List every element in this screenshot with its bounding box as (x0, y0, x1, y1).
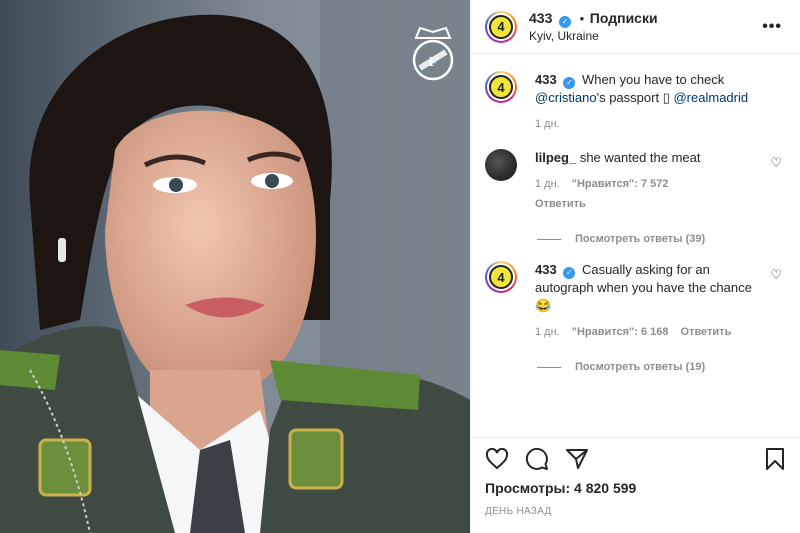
more-icon[interactable]: ••• (762, 18, 782, 36)
comment-item: 4 433 ✓ Casually asking for an autograph… (485, 261, 786, 341)
caption-username[interactable]: 433 (535, 72, 557, 87)
mention-link[interactable]: @realmadrid (673, 90, 748, 105)
caption-text: When you have to check (581, 72, 725, 87)
verified-icon: ✓ (558, 15, 571, 28)
real-madrid-crest: F (412, 26, 454, 81)
view-replies-button[interactable]: Посмотреть ответы (39) (537, 233, 786, 245)
commenter-avatar[interactable]: 4 (485, 261, 517, 293)
caption-time[interactable]: 1 дн. (535, 115, 560, 133)
reply-button[interactable]: Ответить (535, 195, 762, 213)
comment-time[interactable]: 1 дн. (535, 175, 560, 193)
verified-icon: ✓ (563, 77, 576, 89)
reply-button[interactable]: Ответить (681, 323, 732, 341)
mention-link[interactable]: @cristiano (535, 90, 597, 105)
view-replies-button[interactable]: Посмотреть ответы (19) (537, 361, 786, 373)
caption-avatar[interactable]: 4 (485, 71, 517, 103)
comment-username[interactable]: 433 (535, 262, 557, 277)
comment-icon[interactable] (525, 447, 549, 471)
svg-text:F: F (429, 55, 438, 70)
verified-icon: ✓ (563, 267, 576, 279)
divider-line (537, 366, 561, 368)
account-avatar[interactable]: 4 (485, 10, 517, 43)
separator-dot: • (579, 10, 585, 26)
commenter-avatar[interactable] (485, 149, 517, 181)
comment-username[interactable]: lilpeg_ (535, 150, 576, 165)
action-bar (485, 438, 786, 480)
comments-list[interactable]: 4 433 ✓ When you have to check @cristian… (471, 55, 800, 435)
post-footer: Просмотры: 4 820 599 ДЕНЬ НАЗАД (471, 437, 800, 533)
divider-line (537, 238, 561, 240)
comment-time[interactable]: 1 дн. (535, 323, 560, 341)
comment-likes[interactable]: "Нравится": 6 168 (572, 323, 669, 341)
emoji: 😂 (535, 298, 552, 313)
comment-item: lilpeg_ she wanted the meat 1 дн. "Нрави… (485, 149, 786, 213)
comment-text: she wanted the meat (579, 150, 701, 165)
comment-like-heart-icon[interactable]: ♡ (770, 155, 782, 171)
post-video-frame (0, 0, 470, 533)
views-count: Просмотры: 4 820 599 (485, 480, 637, 496)
save-icon[interactable] (764, 447, 786, 471)
post-panel: 4 433 ✓ • Подписки Kyiv, Ukraine ••• 4 4… (470, 0, 800, 533)
post-media[interactable]: F (0, 0, 470, 533)
heart-icon[interactable] (485, 447, 509, 471)
emoji-placeholder: ▯ (662, 90, 670, 105)
caption-text-2: 's passport (596, 90, 660, 105)
location-link[interactable]: Kyiv, Ukraine (529, 28, 658, 44)
post-date[interactable]: ДЕНЬ НАЗАД (485, 506, 786, 517)
account-username[interactable]: 433 (529, 10, 552, 26)
following-button[interactable]: Подписки (590, 10, 658, 26)
share-icon[interactable] (565, 447, 589, 471)
comment-like-heart-icon[interactable]: ♡ (770, 267, 782, 283)
post-header: 4 433 ✓ • Подписки Kyiv, Ukraine ••• (471, 0, 800, 54)
comment-likes[interactable]: "Нравится": 7 572 (572, 175, 669, 193)
caption: 4 433 ✓ When you have to check @cristian… (485, 71, 786, 133)
